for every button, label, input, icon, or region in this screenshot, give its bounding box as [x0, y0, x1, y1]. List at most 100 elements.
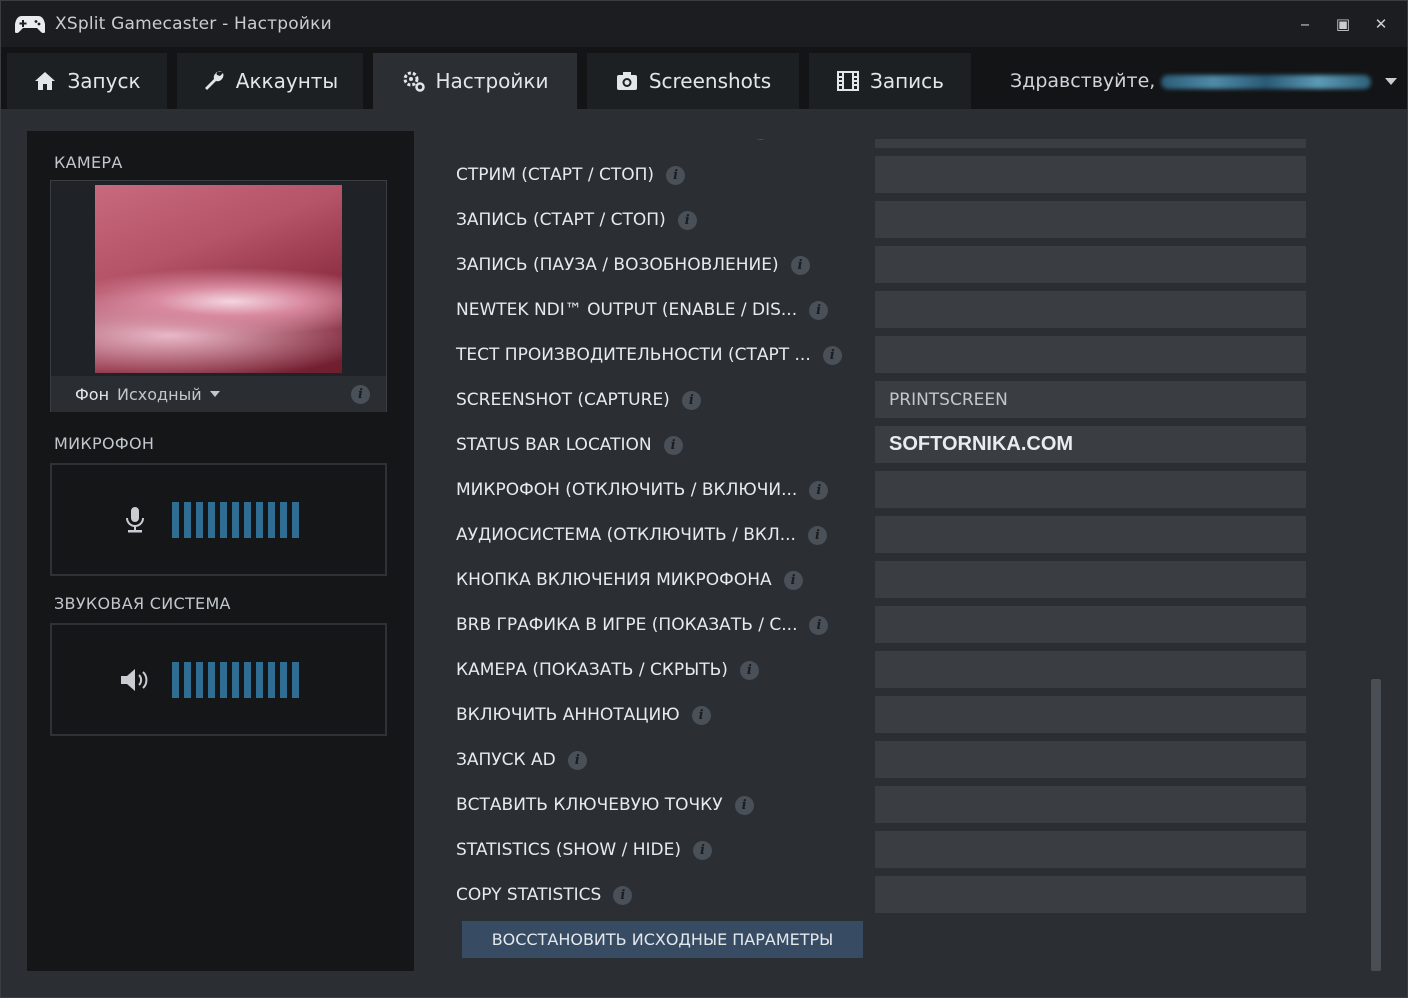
info-icon[interactable]: i — [677, 210, 697, 230]
hotkey-input[interactable] — [875, 831, 1306, 868]
info-icon[interactable]: i — [790, 255, 810, 275]
level-bar — [220, 501, 227, 538]
hotkey-input[interactable] — [875, 471, 1306, 508]
hotkey-input[interactable] — [875, 516, 1306, 553]
info-icon[interactable]: i — [351, 384, 370, 404]
hotkey-action-label: BRB ГРАФИКА В ИГРЕ (ПОКАЗАТЬ / С... — [456, 615, 798, 635]
minimize-button[interactable]: ‒ — [1289, 9, 1321, 39]
reset-defaults-button[interactable]: ВОССТАНОВИТЬ ИСХОДНЫЕ ПАРАМЕТРЫ — [462, 921, 863, 958]
hotkey-action-row: STATUS BAR LOCATION i — [456, 430, 683, 460]
hotkey-action-row: SCREENSHOT (CAPTURE) i — [456, 385, 701, 415]
tab-label: Аккаунты — [235, 69, 339, 93]
hotkey-input[interactable] — [875, 291, 1306, 328]
hotkey-input[interactable] — [875, 876, 1306, 913]
level-bar — [256, 501, 263, 538]
info-icon[interactable]: i — [613, 885, 633, 905]
info-icon[interactable]: i — [663, 435, 683, 455]
hotkey-input[interactable] — [875, 156, 1306, 193]
hotkey-action-row: NEWTEK NDI™ OUTPUT (ENABLE / DIS... i — [456, 295, 829, 325]
scrollbar[interactable] — [1371, 679, 1381, 971]
level-bar — [232, 661, 239, 698]
info-icon[interactable]: i — [739, 660, 759, 680]
info-icon[interactable]: i — [822, 345, 842, 365]
info-icon[interactable]: i — [809, 300, 829, 320]
tab-label: Настройки — [435, 69, 549, 93]
camera-icon — [616, 72, 637, 90]
info-icon[interactable]: i — [809, 480, 829, 500]
info-icon[interactable]: i — [809, 615, 829, 635]
level-bar — [232, 501, 239, 538]
speaker-meter[interactable] — [50, 623, 387, 736]
tab-screenshots[interactable]: Screenshots — [587, 53, 799, 109]
hotkey-input[interactable] — [875, 201, 1306, 238]
tab-launch[interactable]: Запуск — [7, 53, 167, 109]
hotkey-action-row: КАМЕРА (ПОКАЗАТЬ / СКРЫТЬ) i — [456, 655, 759, 685]
speaker-icon — [121, 668, 148, 691]
maximize-button[interactable]: ▣ — [1327, 9, 1359, 39]
hotkey-input[interactable] — [875, 696, 1306, 733]
hotkey-action-label: ВКЛЮЧИТЬ АННОТАЦИЮ — [456, 705, 680, 725]
blurred-username — [1161, 75, 1372, 89]
wrench-icon — [204, 71, 224, 90]
tab-label: Запуск — [67, 69, 141, 93]
background-select[interactable]: Исходный — [117, 385, 202, 404]
tab-label: Запись — [870, 69, 944, 93]
info-icon[interactable]: i — [734, 795, 754, 815]
user-menu[interactable]: Здравствуйте, — [1010, 53, 1398, 109]
hotkey-input[interactable] — [875, 561, 1306, 598]
close-button[interactable]: ✕ — [1365, 9, 1397, 39]
level-bar — [184, 501, 191, 538]
level-bar — [292, 661, 299, 698]
info-icon[interactable]: i — [681, 390, 701, 410]
hotkey-input[interactable] — [875, 246, 1306, 283]
hotkey-action-row: STATISTICS (SHOW / HIDE) i — [456, 835, 713, 865]
hotkey-action-label: ЗАПИСЬ (СТАРТ / СТОП) — [456, 210, 666, 230]
microphone-icon — [126, 506, 144, 532]
camera-box: Фон Исходный i — [50, 180, 387, 412]
hotkey-action-label: ТЕСТ ПРОИЗВОДИТЕЛЬНОСТИ (СТАРТ ... — [456, 345, 811, 365]
camera-preview — [95, 185, 342, 373]
info-icon[interactable]: i — [693, 840, 713, 860]
microphone-section-label: МИКРОФОН — [54, 434, 155, 453]
hotkey-input[interactable]: SOFTORNIKA.COM — [875, 426, 1306, 463]
hotkey-action-label: STATISTICS (SHOW / HIDE) — [456, 840, 682, 860]
info-icon[interactable]: i — [783, 570, 803, 590]
tab-accounts[interactable]: Аккаунты — [177, 53, 363, 109]
film-icon — [837, 71, 860, 91]
hotkey-action-label: COPY STATISTICS — [456, 885, 602, 905]
level-bar — [196, 661, 203, 698]
hotkey-input[interactable] — [875, 606, 1306, 643]
info-icon[interactable]: i — [666, 165, 686, 185]
speaker-section-label: ЗВУКОВАЯ СИСТЕМА — [54, 594, 231, 613]
microphone-meter[interactable] — [50, 463, 387, 576]
info-icon[interactable]: i — [567, 750, 587, 770]
background-label: Фон — [75, 384, 110, 404]
hotkey-input[interactable] — [875, 741, 1306, 778]
hotkey-action-row: ВКЛЮЧИТЬ АННОТАЦИЮ i — [456, 700, 711, 730]
hotkey-action-label: NEWTEK NDI™ OUTPUT (ENABLE / DIS... — [456, 300, 798, 320]
level-bar — [280, 501, 287, 538]
level-bar — [268, 661, 275, 698]
title-bar: XSplit Gamecaster - Настройки ‒ ▣ ✕ — [1, 1, 1407, 47]
hotkey-action-label: ЗАПИСЬ (ПАУЗА / ВОЗОБНОВЛЕНИЕ) — [456, 255, 779, 275]
hotkey-action-row: СТРИМ (СТАРТ / СТОП) i — [456, 160, 686, 190]
tab-settings[interactable]: Настройки — [373, 53, 577, 109]
chevron-down-icon[interactable] — [209, 391, 220, 397]
hotkey-input[interactable] — [875, 336, 1306, 373]
hotkey-action-row: ТЕСТ ПРОИЗВОДИТЕЛЬНОСТИ (СТАРТ ... i — [456, 340, 842, 370]
info-icon[interactable]: i — [807, 525, 827, 545]
hotkey-input[interactable]: PRINTSCREEN — [875, 381, 1306, 418]
main-nav: Запуск Аккаунты Настройки Screenshots За… — [1, 47, 1407, 109]
tab-record[interactable]: Запись — [809, 53, 971, 109]
tab-label: Screenshots — [648, 69, 772, 93]
info-icon[interactable]: i — [691, 705, 711, 725]
level-bar — [172, 501, 179, 538]
hotkey-action-row: АУДИОСИСТЕМА (ОТКЛЮЧИТЬ / ВКЛ... i — [456, 520, 827, 550]
hotkey-input[interactable] — [875, 651, 1306, 688]
level-bar — [184, 661, 191, 698]
hotkey-action-row: КНОПКА ВКЛЮЧЕНИЯ МИКРОФОНА i — [456, 565, 803, 595]
camera-footer: Фон Исходный i — [51, 376, 386, 412]
hotkey-action-row: ЗАПУСК AD i — [456, 745, 587, 775]
hotkey-input[interactable] — [875, 786, 1306, 823]
gears-icon — [403, 71, 425, 92]
